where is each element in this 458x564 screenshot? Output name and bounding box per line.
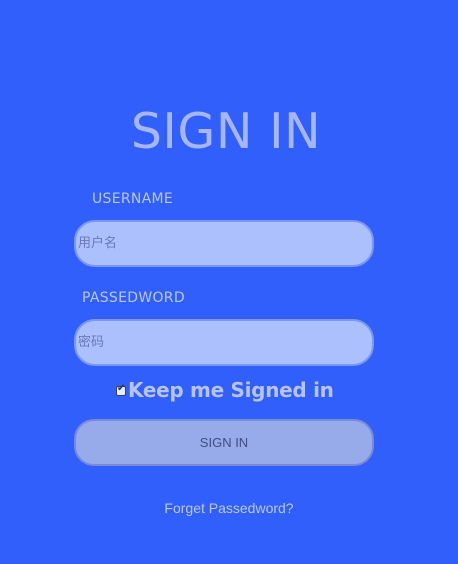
username-input[interactable] [74,220,374,267]
remember-me-row[interactable]: ✔ Keep me Signed in [116,376,334,404]
signin-button[interactable]: SIGN IN [74,419,374,466]
remember-me-label[interactable]: Keep me Signed in [128,377,334,403]
page-title: SIGN IN [130,103,322,160]
password-input[interactable] [74,319,374,366]
username-label: USERNAME [92,191,174,207]
password-label: PASSEDWORD [82,290,185,306]
checkmark-icon: ✔ [117,382,126,394]
forgot-password-link[interactable]: Forget Passedword? [0,499,458,517]
remember-me-checkbox[interactable]: ✔ [116,382,126,396]
